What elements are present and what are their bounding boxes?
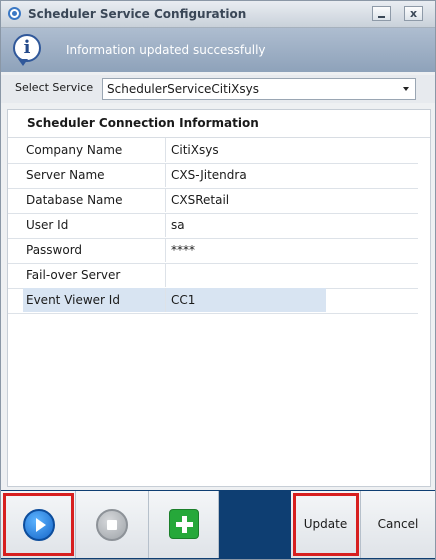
play-icon	[23, 509, 55, 541]
service-dropdown-value: SchedulerServiceCitiXsys	[107, 82, 260, 96]
row-label: Database Name	[8, 188, 166, 212]
bottom-toolbar: Update Cancel	[1, 490, 435, 559]
row-user-id[interactable]: User Id sa	[8, 213, 418, 239]
plus-icon	[169, 509, 199, 539]
stop-service-button[interactable]	[76, 491, 149, 558]
row-label: Company Name	[8, 138, 166, 162]
stop-icon	[96, 509, 128, 541]
update-button-label: Update	[303, 517, 348, 531]
window-title: Scheduler Service Configuration	[28, 7, 247, 21]
row-value-field[interactable]: CXSRetail	[171, 188, 229, 212]
chevron-down-icon[interactable]	[403, 87, 409, 91]
close-button[interactable]: x	[404, 6, 423, 21]
start-service-button[interactable]	[1, 491, 76, 558]
row-value-field[interactable]: CitiXsys	[171, 138, 219, 162]
row-database-name[interactable]: Database Name CXSRetail	[8, 188, 418, 214]
scheduler-config-window: Scheduler Service Configuration x i Info…	[0, 0, 436, 560]
row-value-field[interactable]: CXS-Jitendra	[171, 163, 247, 187]
row-failover-server[interactable]: Fail-over Server	[8, 263, 418, 289]
panel-header: Scheduler Connection Information	[8, 110, 430, 138]
row-value-field[interactable]: CC1	[166, 288, 326, 312]
row-server-name[interactable]: Server Name CXS-Jitendra	[8, 163, 418, 189]
info-banner: i Information updated successfully	[1, 28, 435, 72]
connection-panel: Scheduler Connection Information Company…	[7, 109, 431, 487]
row-value-field[interactable]: sa	[171, 213, 185, 237]
row-value-field[interactable]: ****	[171, 238, 195, 262]
info-icon-tail	[18, 59, 28, 66]
row-label: Server Name	[8, 163, 166, 187]
row-company-name[interactable]: Company Name CitiXsys	[8, 138, 418, 164]
row-event-viewer-id[interactable]: Event Viewer Id CC1	[8, 288, 418, 314]
update-button[interactable]: Update	[291, 491, 361, 558]
info-icon: i	[13, 34, 41, 62]
minimize-button[interactable]	[372, 6, 391, 21]
panel-title: Scheduler Connection Information	[27, 116, 259, 130]
row-label: Event Viewer Id	[23, 288, 166, 312]
app-icon	[8, 7, 21, 20]
row-label: User Id	[8, 213, 166, 237]
row-label: Fail-over Server	[8, 263, 166, 287]
row-password[interactable]: Password ****	[8, 238, 418, 264]
add-service-button[interactable]	[149, 491, 219, 558]
service-dropdown[interactable]: SchedulerServiceCitiXsys	[102, 78, 416, 100]
select-service-label: Select Service	[15, 81, 94, 94]
row-label: Password	[8, 238, 166, 262]
cancel-button-label: Cancel	[377, 517, 419, 531]
select-service-row: Select Service SchedulerServiceCitiXsys	[1, 75, 435, 103]
info-message: Information updated successfully	[66, 43, 266, 57]
title-bar: Scheduler Service Configuration x	[1, 1, 435, 28]
cancel-button[interactable]: Cancel	[361, 491, 435, 558]
